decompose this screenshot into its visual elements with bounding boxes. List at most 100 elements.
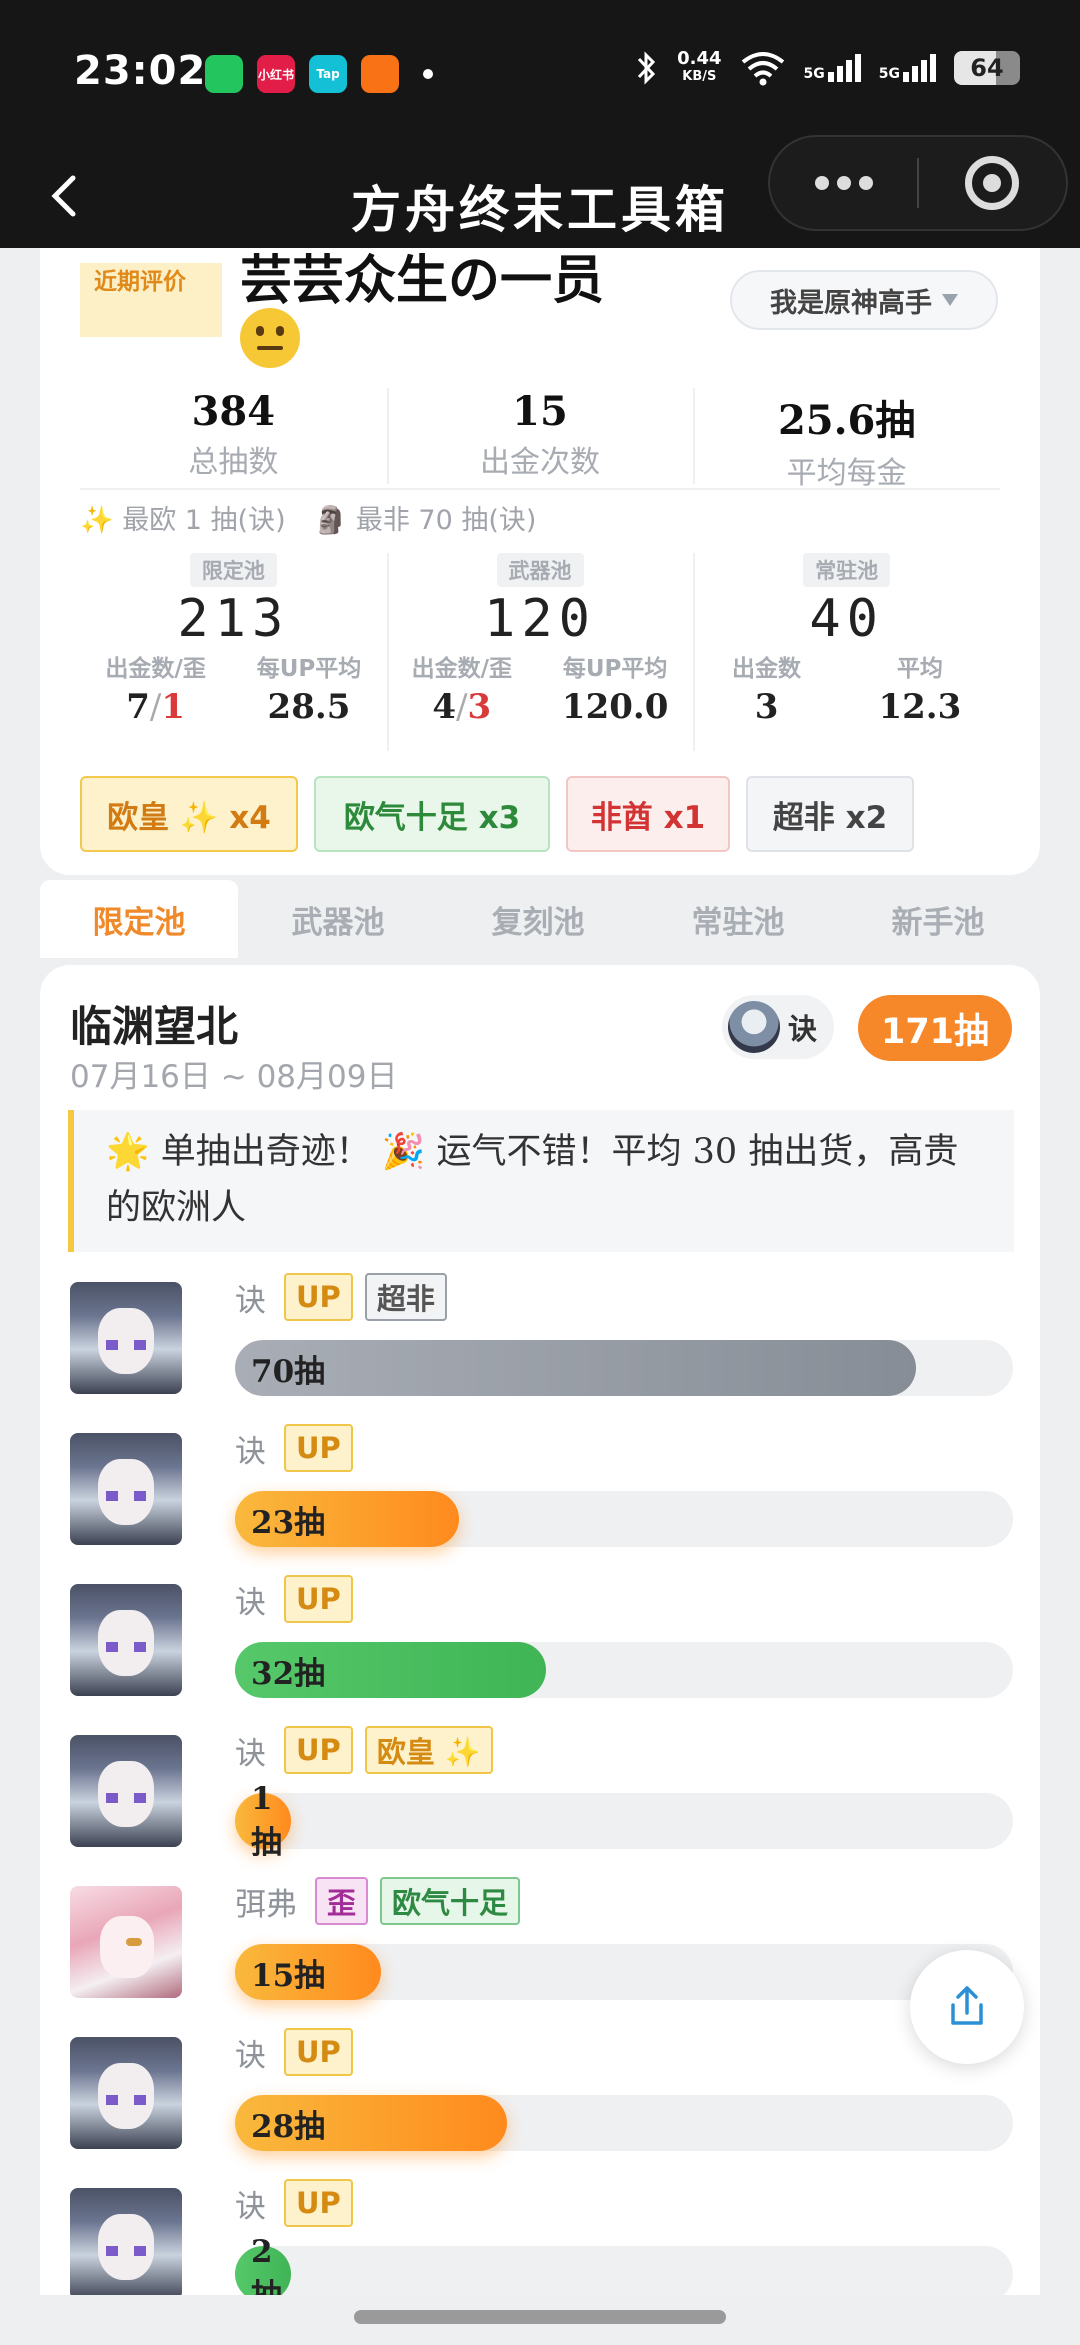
xiaohongshu-icon: 小红书 xyxy=(257,55,295,93)
notification-icons: 小红书 Tap xyxy=(205,55,433,93)
clock: 23:02 xyxy=(74,48,207,94)
pool-total: 120 xyxy=(484,589,596,649)
pool-value-1: 7/1 xyxy=(126,687,186,727)
tab-0[interactable]: 限定池 xyxy=(40,880,238,958)
banner-card: 临渊望北 07月16日 ~ 08月09日 诀 171抽 🌟 单抽出奇迹！ 🎉 运… xyxy=(40,965,1040,2295)
pool-value-2: 120.0 xyxy=(561,687,669,727)
pool-tag: 常驻池 xyxy=(803,553,891,587)
dropdown-arrow-icon xyxy=(942,294,958,306)
bluetooth-icon xyxy=(638,51,656,85)
pool-tag: 武器池 xyxy=(496,553,584,587)
status-bar: 23:02 小红书 Tap 0.44 KB/S 5G 5G 64 xyxy=(0,0,1080,150)
rating-badges: 欧皇 ✨ x4 欧气十足 x3 非酋 x1 超非 x2 xyxy=(80,776,914,852)
pull-bar-fill: 32抽 xyxy=(235,1642,546,1698)
tag-chip: 欧皇 ✨ xyxy=(364,1726,494,1774)
character-avatar xyxy=(70,1433,182,1545)
more-notifications-dot xyxy=(423,69,433,79)
wifi-icon xyxy=(741,52,784,86)
character-name: 诀 xyxy=(235,2188,266,2225)
character-name: 弭弗 xyxy=(235,1886,297,1923)
more-icon[interactable] xyxy=(770,176,917,190)
close-miniprogram-icon[interactable] xyxy=(919,156,1066,210)
pull-row: 诀 UP 超非 70抽 xyxy=(70,1270,1040,1421)
pull-bar-track: 1抽 xyxy=(235,1781,1013,1861)
character-avatar xyxy=(70,1735,182,1847)
share-button[interactable] xyxy=(910,1950,1024,2064)
character-avatar xyxy=(70,1886,182,1998)
extremes-line: ✨ 最欧 1 抽(诀) 🗿 最非 70 抽(诀) xyxy=(80,498,536,537)
character-avatar xyxy=(70,1584,182,1696)
pull-bar-track: 32抽 xyxy=(235,1642,1013,1698)
pull-bar-fill: 70抽 xyxy=(235,1340,916,1396)
pool-stats: 限定池 213 出金数/歪 7/1 每UP平均 28.5 武器池 120 出金数/歪 4/3 每UP… xyxy=(80,553,1000,753)
character-name: 诀 xyxy=(235,1282,266,1319)
pull-row: 诀 UP 欧皇 ✨ 1抽 xyxy=(70,1723,1040,1874)
pull-bar-fill: 2抽 xyxy=(235,2234,291,2295)
pull-bar-fill: 15抽 xyxy=(235,1944,381,2000)
luck-comment: 🌟 单抽出奇迹！ 🎉 运气不错！平均 30 抽出货，高贵的欧洲人 xyxy=(68,1110,1014,1252)
home-app-icon xyxy=(361,55,399,93)
tag-chip: 歪 xyxy=(315,1877,369,1925)
tag-chip: 欧气十足 xyxy=(380,1877,521,1925)
title-select[interactable]: 我是原神高手 xyxy=(730,270,998,330)
pool-label-1: 出金数/歪 xyxy=(411,656,513,682)
pull-row: 诀 UP 23抽 xyxy=(70,1421,1040,1572)
stat-gold-count: 15 出金次数 xyxy=(386,388,694,488)
pull-row: 诀 UP 2抽 xyxy=(70,2176,1040,2295)
banner-dates: 07月16日 ~ 08月09日 xyxy=(70,1059,398,1095)
neutral-face-icon xyxy=(240,308,300,368)
stat-total-pulls: 384 总抽数 xyxy=(188,388,279,480)
tab-3[interactable]: 常驻池 xyxy=(638,880,838,958)
stat-average-per-gold: 25.6抽 平均每金 xyxy=(693,388,1000,491)
miniprogram-capsule xyxy=(768,135,1068,231)
pull-bar-fill: 23抽 xyxy=(235,1491,459,1547)
pull-bar-track: 70抽 xyxy=(235,1340,1013,1396)
tab-2[interactable]: 复刻池 xyxy=(438,880,638,958)
pool-stat-1: 武器池 120 出金数/歪 4/3 每UP平均 120.0 xyxy=(386,553,694,753)
pool-value-2: 28.5 xyxy=(267,687,351,727)
worst-pull: 🗿 最非 70 抽(诀) xyxy=(313,505,537,536)
pull-bar-fill: 28抽 xyxy=(235,2095,507,2151)
tag-chip: UP xyxy=(284,2028,353,2076)
signal-icon: 5G xyxy=(804,54,861,82)
character-name: 诀 xyxy=(235,1433,266,1470)
pool-label-1: 出金数 xyxy=(732,656,802,682)
share-icon xyxy=(951,1986,983,2025)
phone-app-icon xyxy=(205,55,243,93)
pool-label-2: 每UP平均 xyxy=(562,656,668,682)
taptap-icon: Tap xyxy=(309,55,347,93)
character-avatar xyxy=(728,1001,780,1053)
pool-label-2: 每UP平均 xyxy=(256,656,362,682)
character-name: 诀 xyxy=(235,2037,266,2074)
pull-bar-track: 28抽 xyxy=(235,2095,1013,2151)
character-avatar xyxy=(70,1282,182,1394)
pool-tabs: 限定池 武器池 复刻池 常驻池 新手池 xyxy=(40,880,1040,958)
pool-value-1: 3 xyxy=(754,687,779,727)
banner-total-pulls: 171抽 xyxy=(858,995,1012,1061)
character-name: 诀 xyxy=(235,1735,266,1772)
recent-rating-badge: 近期评价 xyxy=(80,263,222,337)
badge-feiqiu: 非酋 x1 xyxy=(566,776,730,852)
badge-chaofei: 超非 x2 xyxy=(746,776,914,852)
pull-row: 弭弗歪欧气十足 15抽 xyxy=(70,1874,1040,2025)
best-pull: ✨ 最欧 1 抽(诀) xyxy=(80,505,286,536)
tab-1[interactable]: 武器池 xyxy=(238,880,438,958)
pull-bar-track: 23抽 xyxy=(235,1491,1013,1547)
badge-ouqi: 欧气十足 x3 xyxy=(314,776,550,852)
battery-icon: 64 xyxy=(954,51,1020,85)
tab-4[interactable]: 新手池 xyxy=(838,880,1038,958)
pool-stat-0: 限定池 213 出金数/歪 7/1 每UP平均 28.5 xyxy=(80,553,387,753)
signal-icon-2: 5G xyxy=(879,54,936,82)
pull-bar-track: 2抽 xyxy=(235,2234,1013,2295)
pull-row: 诀 UP 32抽 xyxy=(70,1572,1040,1723)
network-speed: 0.44 KB/S xyxy=(677,48,722,85)
featured-character-chip[interactable]: 诀 xyxy=(722,995,834,1059)
banner-name: 临渊望北 xyxy=(70,1002,239,1051)
tag-chip: 超非 xyxy=(364,1273,447,1321)
pool-tag: 限定池 xyxy=(189,553,277,587)
system-indicators: 0.44 KB/S 5G 5G 64 xyxy=(635,50,1020,86)
pull-history-list: 诀 UP 超非 70抽诀 UP 23抽诀 UP 32抽诀 UP 欧皇 ✨ 1抽 弭弗歪欧气十足 15抽诀… xyxy=(70,1270,1040,2295)
home-indicator[interactable] xyxy=(354,2310,726,2324)
summary-card: 近期评价 芸芸众生の一员 我是原神高手 384 总抽数 15 出金次数 25.6抽平… xyxy=(40,248,1040,875)
tag-chip: UP xyxy=(284,2179,353,2227)
